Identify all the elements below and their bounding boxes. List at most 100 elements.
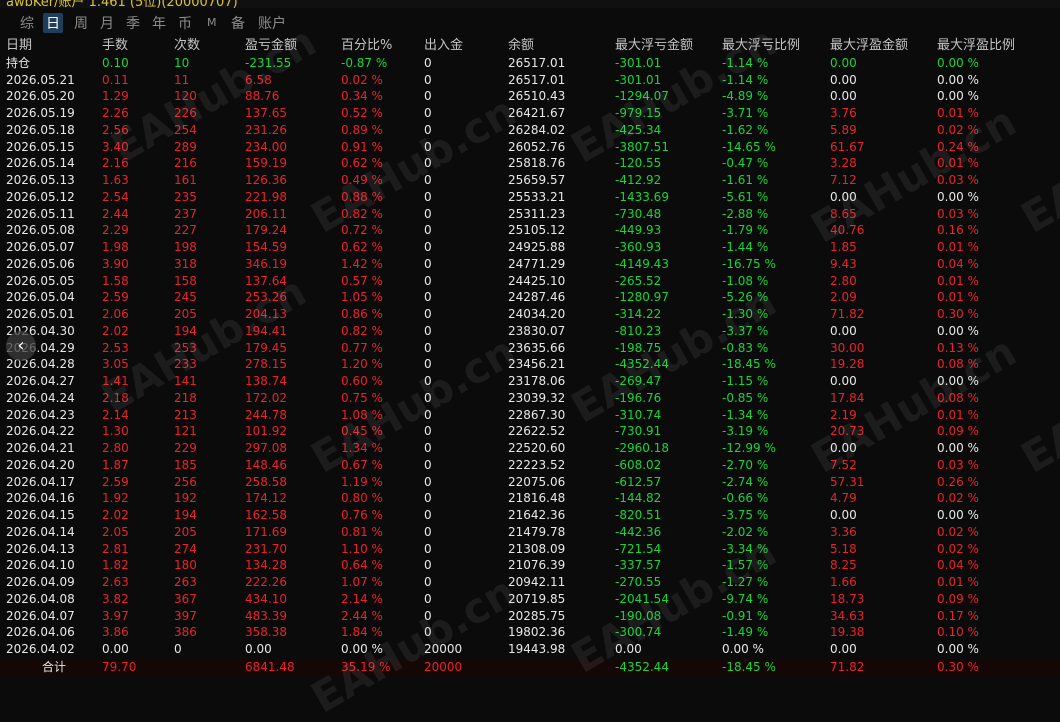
table-cell: 397 — [174, 608, 197, 623]
table-cell: 2.09 — [830, 290, 857, 305]
table-cell: 0.57 % — [341, 273, 383, 288]
window-titlebar: awbKer/账户 1.461 (5位)(20000707) — [0, 0, 1060, 10]
totals-row[interactable]: 合计 79.70 6841.48 35.19 % 20000 -4352.44 -18.45… — [0, 658, 1060, 676]
table-cell: 185 — [174, 457, 197, 472]
table-row[interactable]: 2026.05.19 2.26 226 137.65 0.52 % 0 26421.67 -9… — [0, 105, 1060, 122]
column-header: 余额 — [508, 38, 535, 53]
table-cell: -442.36 — [615, 524, 662, 539]
table-cell: 0.75 % — [341, 390, 383, 405]
table-cell: 0.00 — [830, 189, 857, 204]
table-row[interactable]: 持仓 0.10 10 -231.55 -0.87 % 0 26517.01 -301.01 -1… — [0, 55, 1060, 72]
table-cell: 0.60 % — [341, 374, 383, 388]
table-row[interactable]: 2026.05.14 2.16 216 159.19 0.62 % 0 25818.76 -1… — [0, 155, 1060, 172]
table-row[interactable]: 2026.05.01 2.06 205 204.13 0.86 % 0 24034.20 -3… — [0, 306, 1060, 323]
table-cell: -1433.69 — [615, 189, 669, 204]
table-row[interactable]: 2026.05.06 3.90 318 346.19 1.42 % 0 24771.29 -4… — [0, 256, 1060, 273]
table-cell: 2.63 — [102, 575, 129, 589]
table-row[interactable]: 2026.04.06 3.86 386 358.38 1.84 % 0 19802.36 -3… — [0, 624, 1060, 641]
table-row[interactable]: 2026.04.17 2.59 256 258.58 1.19 % 0 22075.06 -6… — [0, 474, 1060, 491]
table-cell: 9.43 — [830, 256, 857, 271]
table-cell: 194.41 — [245, 323, 287, 338]
table-row[interactable]: 2026.04.28 3.05 233 278.15 1.20 % 0 23456.21 -4… — [0, 356, 1060, 373]
table-cell: 2026.04.09 — [6, 575, 75, 589]
table-cell: 263 — [174, 575, 197, 589]
table-cell: 0 — [424, 240, 432, 254]
table-row[interactable]: 2026.04.29 2.53 253 179.45 0.77 % 0 23635.66 -1… — [0, 340, 1060, 357]
table-cell: 192 — [174, 491, 197, 506]
table-cell: 5.89 — [830, 122, 857, 137]
tab-5[interactable]: 年 — [152, 13, 166, 33]
table-row[interactable]: 2026.04.15 2.02 194 162.58 0.76 % 0 21642.36 -8… — [0, 507, 1060, 524]
table-cell: 483.39 — [245, 608, 287, 623]
table-cell: 0.00 — [102, 642, 129, 656]
table-row[interactable]: 2026.04.02 0.00 0 0.00 0.00 % 20000 19443.98 0.… — [0, 641, 1060, 658]
table-row[interactable]: 2026.04.21 2.80 229 297.08 1.34 % 0 22520.60 -2… — [0, 440, 1060, 457]
table-row[interactable]: 2026.05.08 2.29 227 179.24 0.72 % 0 25105.12 -4… — [0, 222, 1060, 239]
table-row[interactable]: 2026.05.04 2.59 245 253.26 1.05 % 0 24287.46 -1… — [0, 289, 1060, 306]
table-cell: -4.89 % — [722, 89, 769, 104]
table-row[interactable]: 2026.04.16 1.92 192 174.12 0.80 % 0 21816.48 -1… — [0, 490, 1060, 507]
table-row[interactable]: 2026.04.22 1.30 121 101.92 0.45 % 0 22622.52 -7… — [0, 423, 1060, 440]
table-cell: 26510.43 — [508, 89, 566, 104]
tab-1[interactable]: 日 — [43, 13, 63, 33]
tab-3[interactable]: 月 — [100, 13, 114, 33]
table-cell: 23830.07 — [508, 323, 566, 338]
table-cell: 20719.85 — [508, 591, 566, 606]
table-cell: 24925.88 — [508, 240, 566, 254]
table-cell: 34.63 — [830, 608, 865, 623]
table-cell: 23178.06 — [508, 374, 566, 388]
table-row[interactable]: 2026.04.08 3.82 367 434.10 2.14 % 0 20719.85 -2… — [0, 591, 1060, 608]
table-cell: -820.51 — [615, 508, 662, 522]
tab-6[interactable]: 币 — [178, 13, 192, 33]
table-row[interactable]: 2026.05.05 1.58 158 137.64 0.57 % 0 24425.10 -2… — [0, 273, 1060, 290]
table-row[interactable]: 2026.05.11 2.44 237 206.11 0.82 % 0 25311.23 -7… — [0, 206, 1060, 223]
table-cell: 19443.98 — [508, 642, 566, 656]
tab-2[interactable]: 周 — [74, 13, 88, 33]
table-cell: 0.82 % — [341, 206, 383, 221]
table-row[interactable]: 2026.04.10 1.82 180 134.28 0.64 % 0 21076.39 -3… — [0, 557, 1060, 574]
table-row[interactable]: 2026.04.23 2.14 213 244.78 1.08 % 0 22867.30 -3… — [0, 407, 1060, 424]
tab-7[interactable]: M — [207, 16, 217, 29]
table-row[interactable]: 2026.04.20 1.87 185 148.46 0.67 % 0 22223.52 -6… — [0, 457, 1060, 474]
table-cell: 25311.23 — [508, 206, 566, 221]
table-cell: 274 — [174, 541, 197, 556]
tab-0[interactable]: 综 — [20, 13, 34, 33]
table-cell: 0.01 % — [937, 106, 979, 120]
table-cell: -301.01 — [615, 72, 662, 87]
table-row[interactable]: 2026.04.24 2.18 218 172.02 0.75 % 0 23039.32 -1… — [0, 390, 1060, 407]
table-row[interactable]: 2026.05.18 2.56 254 231.26 0.89 % 0 26284.02 -4… — [0, 122, 1060, 139]
table-cell: 235 — [174, 189, 197, 204]
table-row[interactable]: 2026.04.07 3.97 397 483.39 2.44 % 0 20285.75 -1… — [0, 608, 1060, 625]
tab-9[interactable]: 账户 — [258, 13, 286, 33]
tab-4[interactable]: 季 — [126, 13, 140, 33]
table-cell: 2026.05.07 — [6, 240, 75, 254]
table-cell: 162.58 — [245, 508, 287, 522]
table-row[interactable]: 2026.05.20 1.29 120 88.76 0.34 % 0 26510.43 -12… — [0, 88, 1060, 105]
table-cell: 2026.05.18 — [6, 122, 75, 137]
table-cell: -721.54 — [615, 541, 662, 556]
table-row[interactable]: 2026.04.27 1.41 141 138.74 0.60 % 0 23178.06 -2… — [0, 373, 1060, 390]
table-cell: 0.08 % — [937, 357, 979, 372]
table-row[interactable]: 2026.05.12 2.54 235 221.98 0.88 % 0 25533.21 -1… — [0, 189, 1060, 206]
table-cell: -608.02 — [615, 457, 662, 472]
table-cell: 2026.05.11 — [6, 206, 75, 221]
table-cell: 205 — [174, 524, 197, 539]
table-row[interactable]: 2026.05.07 1.98 198 154.59 0.62 % 0 24925.88 -3… — [0, 239, 1060, 256]
table-row[interactable]: 2026.04.09 2.63 263 222.26 1.07 % 0 20942.11 -2… — [0, 574, 1060, 591]
table-row[interactable]: 2026.04.14 2.05 205 171.69 0.81 % 0 21479.78 -4… — [0, 524, 1060, 541]
table-row[interactable]: 2026.05.21 0.11 11 6.58 0.02 % 0 26517.01 -301.… — [0, 72, 1060, 89]
table-cell: 0 — [424, 273, 432, 288]
table-cell: 0.01 % — [937, 273, 979, 288]
table-cell: 231.70 — [245, 541, 287, 556]
tab-8[interactable]: 备 — [231, 13, 245, 33]
table-row[interactable]: 2026.04.13 2.81 274 231.70 1.10 % 0 21308.09 -7… — [0, 541, 1060, 558]
previous-page-button[interactable]: ‹ — [6, 331, 36, 361]
table-cell: -0.83 % — [722, 340, 769, 355]
table-row[interactable]: 2026.05.13 1.63 161 126.36 0.49 % 0 25659.57 -4… — [0, 172, 1060, 189]
table-cell: 88.76 — [245, 89, 280, 104]
table-row[interactable]: 2026.05.15 3.40 289 234.00 0.91 % 0 26052.76 -3… — [0, 139, 1060, 156]
table-row[interactable]: 2026.04.30 2.02 194 194.41 0.82 % 0 23830.07 -8… — [0, 323, 1060, 340]
table-cell: -1.08 % — [722, 273, 769, 288]
table-cell: 1.20 % — [341, 357, 383, 372]
table-cell: 71.82 — [830, 307, 865, 321]
